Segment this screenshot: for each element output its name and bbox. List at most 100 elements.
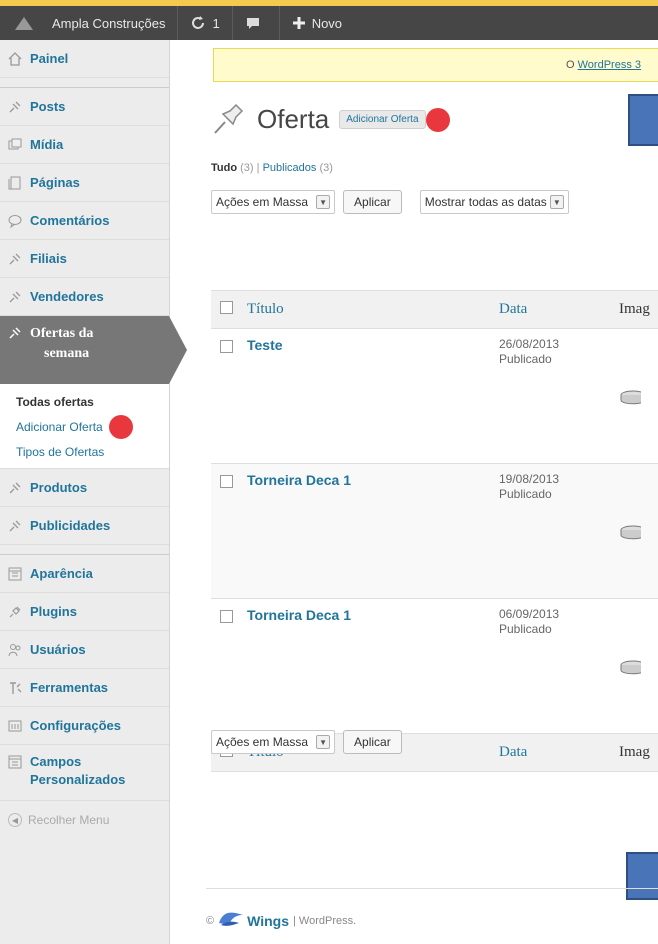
updates-menu[interactable]: 1 [178,6,233,40]
menu-produtos[interactable]: Produtos [0,469,169,507]
row-title-link[interactable]: Teste [247,337,283,353]
collapse-arrow-icon: ◀ [8,813,22,827]
chevron-down-icon: ▼ [316,735,331,749]
footer-brand[interactable]: Wings [247,913,289,929]
menu-ferramentas-label: Ferramentas [30,680,109,695]
menu-vendedores[interactable]: Vendedores [0,278,169,316]
menu-aparencia[interactable]: Aparência [0,555,169,593]
tools-icon [6,679,24,697]
red-marker-dot [425,107,450,132]
apply-button-bottom[interactable]: Aplicar [343,730,402,754]
menu-paginas-label: Páginas [30,175,80,190]
bulk-actions-value: Ações em Massa [216,735,309,749]
menu-publicidades[interactable]: Publicidades [0,507,169,545]
menu-comentarios[interactable]: Comentários [0,202,169,240]
select-all-cell [211,290,247,329]
collapse-label: Recolher Menu [28,813,110,827]
column-footer-image: Imag [619,733,658,772]
pin-icon [6,324,24,342]
ofertas-submenu: Todas ofertas Adicionar Oferta Tipos de … [0,384,169,469]
column-footer-date[interactable]: Data [499,733,619,772]
menu-configuracoes[interactable]: Configurações [0,707,169,745]
comment-bubble-icon [246,18,259,29]
update-notice: O WordPress 3 [213,48,658,82]
posts-table: Título Data Imag Teste 26/08/2013 Publica… [211,290,658,772]
site-name: Ampla Construções [52,15,166,31]
apply-button[interactable]: Aplicar [343,190,402,214]
column-header-date[interactable]: Data [499,290,619,329]
submenu-tipos-de-ofertas[interactable]: Tipos de Ofertas [0,442,169,462]
footer-suffix: | WordPress. [292,914,357,927]
wp-logo-icon [15,17,33,30]
menu-ofertas-line1: Ofertas da [30,326,94,341]
pushpin-icon [211,100,247,139]
filter-all[interactable]: Tudo [211,162,237,174]
settings-icon [6,717,24,735]
row-checkbox[interactable] [220,475,233,488]
page-icon [6,174,24,192]
menu-plugins-label: Plugins [30,604,77,619]
bulk-actions-value: Ações em Massa [216,195,309,209]
menu-usuarios[interactable]: Usuários [0,631,169,669]
blue-highlight-box [628,94,658,146]
page-footer: © Wings | WordPress. [206,888,658,932]
menu-campos-personalizados[interactable]: Campos Personalizados [0,745,169,801]
faucet-thumbnail-icon [619,657,658,682]
table-header-row: Título Data Imag [211,290,658,329]
faucet-thumbnail-icon [619,522,658,547]
submenu-adicionar-label: Adicionar Oferta [16,420,103,434]
pin-icon [6,98,24,116]
submenu-todas-ofertas[interactable]: Todas ofertas [0,392,169,412]
menu-midia-label: Mídia [30,137,64,152]
bulk-actions-select-bottom[interactable]: Ações em Massa ▼ [211,730,336,754]
menu-filiais-label: Filiais [30,251,67,266]
new-content-menu[interactable]: Novo [280,6,354,40]
pin-icon [6,250,24,268]
dates-filter-select[interactable]: Mostrar todas as datas ▼ [419,190,569,214]
dates-filter-value: Mostrar todas as datas [424,195,547,209]
row-date: 06/09/2013 [499,607,560,621]
pin-icon [6,288,24,306]
filter-published[interactable]: Publicados [263,162,317,174]
row-date: 26/08/2013 [499,337,560,351]
home-icon [6,50,24,68]
row-title-link[interactable]: Torneira Deca 1 [247,607,351,623]
add-new-oferta-button[interactable]: Adicionar Oferta [339,110,426,129]
notice-prefix: O [566,59,578,71]
admin-sidebar: Painel Posts Mídia Páginas Comentários F… [0,40,187,944]
menu-usuarios-label: Usuários [30,642,86,657]
row-title-link[interactable]: Torneira Deca 1 [247,472,351,488]
notice-link[interactable]: WordPress 3 [578,59,641,71]
menu-ofertas-da-semana[interactable]: Ofertas da semana [0,316,187,384]
menu-midia[interactable]: Mídia [0,126,169,164]
new-label: Novo [311,15,343,31]
row-checkbox[interactable] [220,610,233,623]
menu-configuracoes-label: Configurações [30,718,122,733]
menu-filiais[interactable]: Filiais [0,240,169,278]
menu-posts[interactable]: Posts [0,88,169,126]
menu-plugins[interactable]: Plugins [0,593,169,631]
collapse-menu[interactable]: ◀ Recolher Menu [0,801,169,827]
status-filters: Tudo (3) | Publicados (3) [211,162,333,174]
plus-icon [292,17,305,29]
media-icon [6,136,24,154]
site-menu[interactable]: Ampla Construções [0,6,179,40]
tablenav-top: Ações em Massa ▼ Aplicar Mostrar todas a… [211,190,569,214]
column-header-image: Imag [619,290,658,329]
red-marker-dot [108,415,133,439]
menu-ferramentas[interactable]: Ferramentas [0,669,169,707]
pin-icon [6,479,24,497]
column-header-title[interactable]: Título [247,290,499,329]
menu-vendedores-label: Vendedores [30,289,104,304]
menu-paginas[interactable]: Páginas [0,164,169,202]
table-row: Teste 26/08/2013 Publicado [211,328,658,464]
submenu-adicionar-oferta[interactable]: Adicionar Oferta [0,412,169,442]
comments-menu[interactable] [233,6,280,40]
footer-copyright: © [206,914,215,927]
select-all-checkbox[interactable] [220,300,233,314]
tablenav-bottom: Ações em Massa ▼ Aplicar [211,730,402,754]
bulk-actions-select[interactable]: Ações em Massa ▼ [211,190,336,214]
menu-painel[interactable]: Painel [0,40,169,78]
row-checkbox[interactable] [220,340,233,353]
row-date: 19/08/2013 [499,472,560,486]
